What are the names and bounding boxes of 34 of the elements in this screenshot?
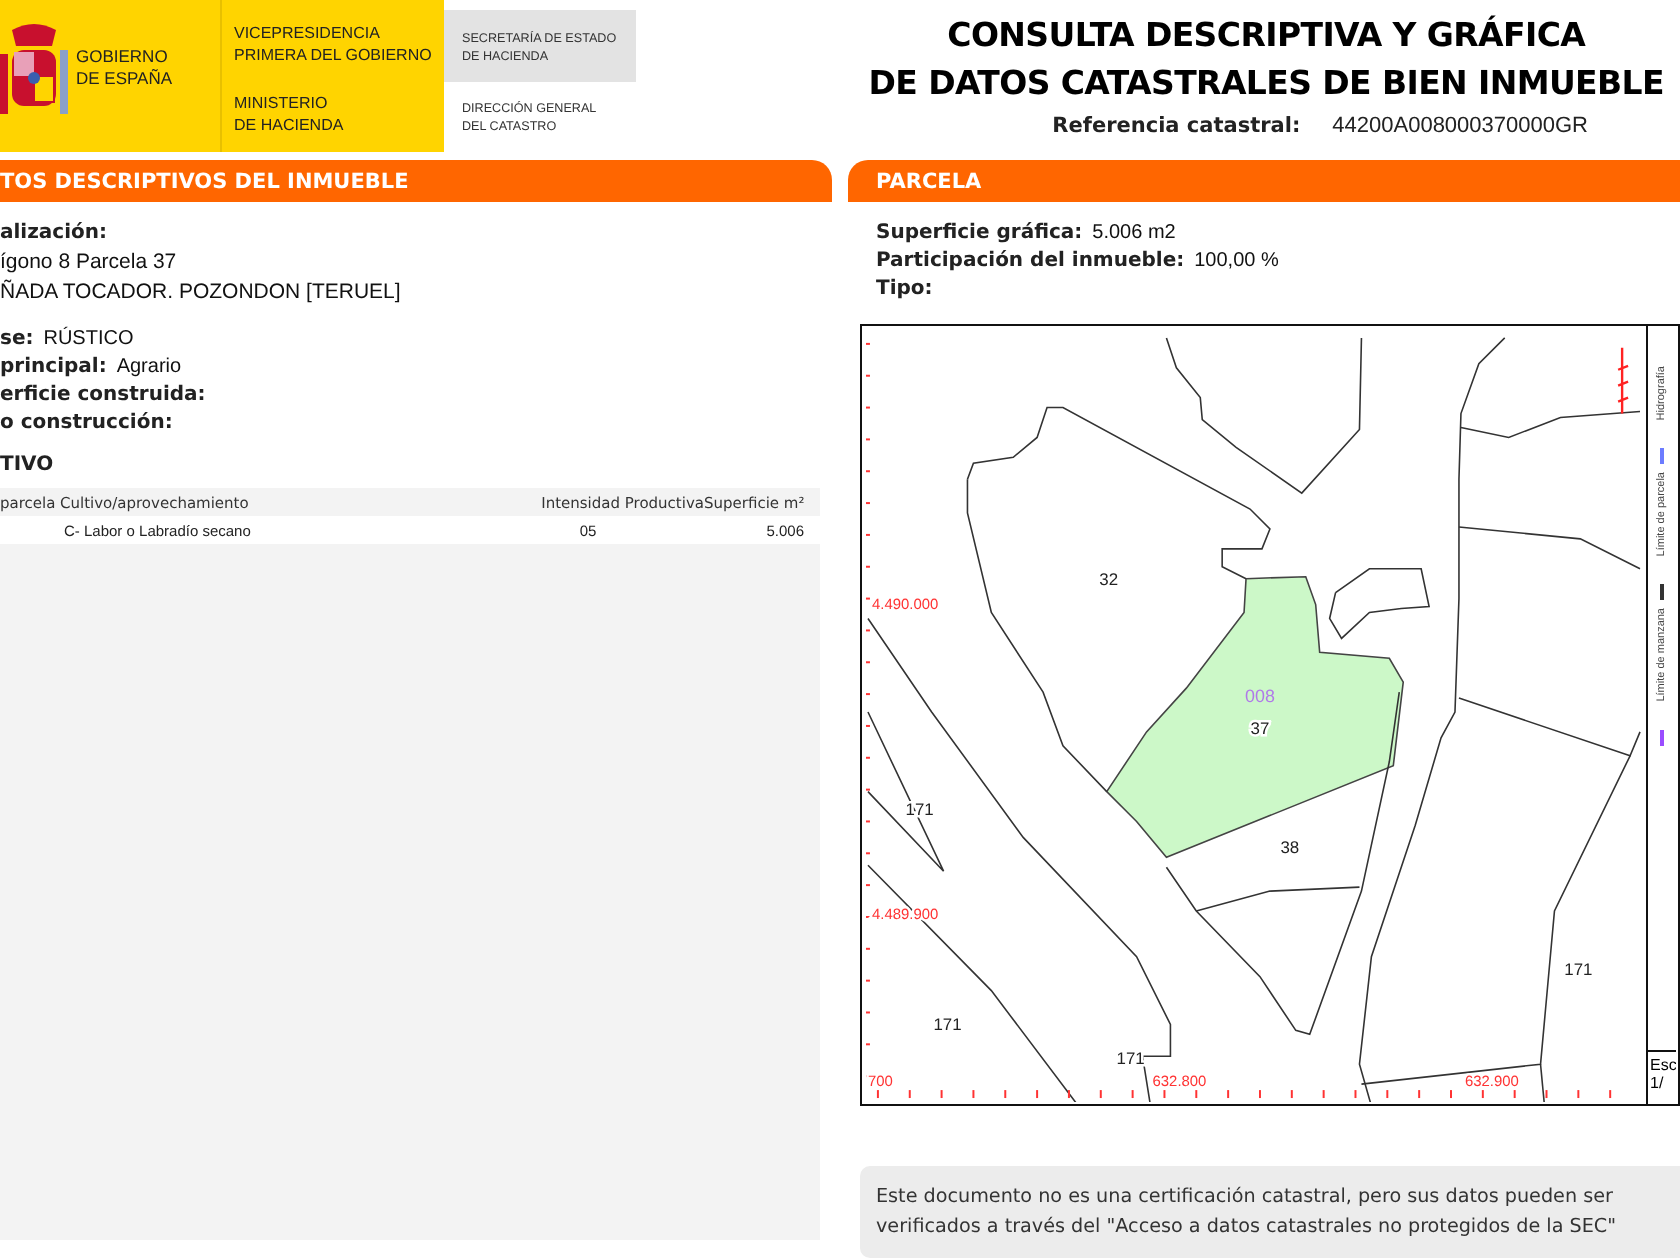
scale-label: 1/ xyxy=(1650,1074,1666,1092)
scale-label: Esc xyxy=(1650,1056,1676,1074)
reference-label: Referencia catastral: xyxy=(1052,114,1301,138)
parcel-number: 171 xyxy=(1564,958,1593,979)
ministry-name: MINISTERIO DE HACIENDA xyxy=(234,94,346,136)
field-label: Participación del inmueble: xyxy=(876,250,1185,272)
field-label: o construcción: xyxy=(0,412,173,434)
government-name: GOBIERNO DE ESPAÑA xyxy=(76,46,173,90)
address-line: ÑADA TOCADOR. POZONDON [TERUEL] xyxy=(0,280,403,304)
scale-mark-icon xyxy=(1616,346,1630,415)
field-value: RÚSTICO xyxy=(43,328,134,350)
field-label: Superficie gráfica: xyxy=(876,222,1083,244)
section-header: TOS DESCRIPTIVOS DEL INMUEBLE xyxy=(0,160,832,202)
parcel-number: 38 xyxy=(1280,837,1300,858)
field-label: erficie construida: xyxy=(0,384,206,406)
field-label: Tipo: xyxy=(876,278,933,300)
field-value: Agrario xyxy=(116,356,182,378)
parcel-code: 008 xyxy=(1245,686,1275,707)
vicepresidency-name: VICEPRESIDENCIA PRIMERA DEL GOBIERNO xyxy=(234,24,434,66)
disclaimer-note: Este documento no es una certificación catastral, pero sus datos pueden ser verificados a través del "Acceso a datos catastrales no protegidos de la SEC" xyxy=(860,1166,1680,1258)
parcel-number: 171 xyxy=(1116,1048,1145,1069)
subsection-title: TIVO xyxy=(0,454,56,476)
section-header: PARCELA xyxy=(848,160,1680,202)
field-label: alización: xyxy=(0,222,110,244)
field-label: principal: xyxy=(0,356,107,378)
parcel-number: 32 xyxy=(1099,568,1119,589)
field-label: se: xyxy=(0,328,34,350)
parcel-number: 171 xyxy=(933,1014,962,1035)
field-value: 5.006 m2 xyxy=(1092,222,1176,244)
parcel-number: 37 xyxy=(1250,717,1270,738)
document-title: CONSULTA DESCRIPTIVA Y GRÁFICA DE DATOS CATASTRALES DE BIEN INMUEBLE xyxy=(868,13,1664,106)
address-line: ígono 8 Parcela 37 xyxy=(0,250,179,274)
field-value: 100,00 % xyxy=(1194,250,1279,272)
reference-value: 44200A008000370000GR xyxy=(1332,114,1588,138)
